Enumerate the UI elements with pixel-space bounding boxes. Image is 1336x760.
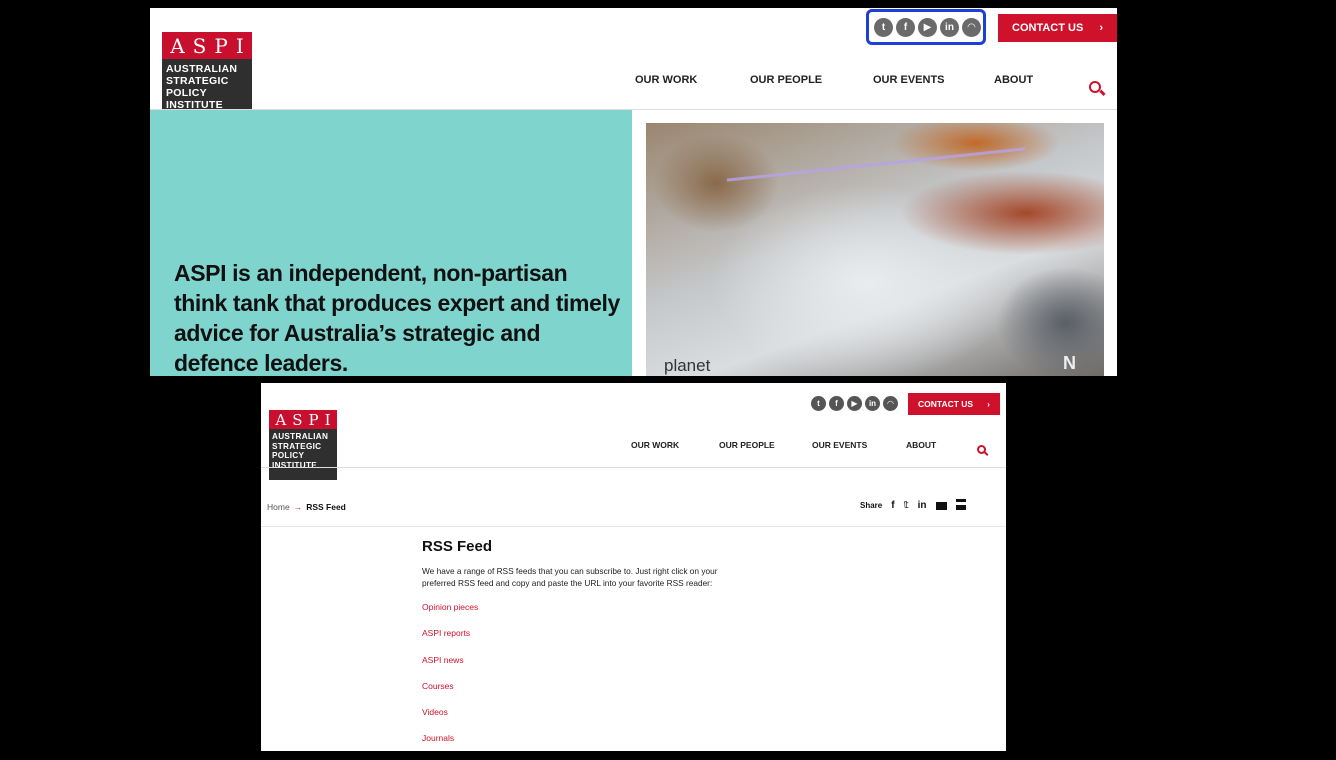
logo-line: AUSTRALIAN	[272, 432, 329, 441]
nav-our-work[interactable]: OUR WORK	[631, 440, 679, 450]
aspi-logo[interactable]: ASPI AUSTRALIAN STRATEGIC POLICY INSTITU…	[267, 408, 339, 482]
hero-satellite-image: planet N	[646, 123, 1104, 376]
nav-our-events[interactable]: OUR EVENTS	[873, 74, 945, 86]
logo-abbrev: ASPI	[162, 32, 252, 59]
page-description: We have a range of RSS feeds that you ca…	[422, 566, 718, 588]
homepage-screenshot: ASPI AUSTRALIAN STRATEGIC POLICY INSTITU…	[150, 8, 1117, 376]
nav-about[interactable]: ABOUT	[906, 440, 936, 450]
facebook-icon[interactable]: f	[896, 17, 915, 37]
youtube-icon[interactable]: ▶	[918, 17, 937, 37]
header-divider	[261, 467, 1006, 468]
breadcrumb: Home → RSS Feed	[267, 502, 346, 512]
social-icons: t f ▶ in ◠	[811, 396, 898, 411]
print-icon[interactable]	[955, 501, 966, 510]
facebook-share-icon[interactable]: f	[891, 500, 894, 511]
rss-icon[interactable]: ◠	[883, 396, 898, 411]
rss-content: RSS Feed We have a range of RSS feeds th…	[422, 538, 822, 589]
linkedin-icon[interactable]: in	[865, 396, 880, 411]
contact-us-label: CONTACT US	[1012, 22, 1084, 34]
nav-our-people[interactable]: OUR PEOPLE	[750, 74, 822, 86]
twitter-share-icon[interactable]: 𝕥	[904, 500, 909, 511]
chevron-right-icon: ›	[1099, 22, 1103, 34]
logo-line: POLICY	[272, 451, 305, 460]
arrow-right-icon: →	[293, 502, 303, 512]
breadcrumb-divider	[261, 526, 1006, 527]
north-arrow-icon: N	[1063, 353, 1076, 373]
logo-abbrev: ASPI	[269, 410, 337, 429]
page-title: RSS Feed	[422, 538, 493, 555]
linkedin-share-icon[interactable]: in	[918, 500, 927, 511]
rss-icon[interactable]: ◠	[962, 17, 981, 37]
hero-panel: ASPI is an independent, non-partisan thi…	[150, 110, 632, 376]
logo-line: INSTITUTE	[272, 460, 318, 470]
feed-link-journals[interactable]: Journals	[422, 733, 454, 743]
planet-watermark: planet	[664, 356, 711, 375]
contact-us-label: CONTACT US	[918, 399, 974, 409]
nav-our-people[interactable]: OUR PEOPLE	[719, 440, 775, 450]
feed-link-aspi-news[interactable]: ASPI news	[422, 655, 464, 665]
twitter-icon[interactable]: t	[874, 17, 893, 37]
search-icon[interactable]	[1089, 81, 1101, 93]
search-icon[interactable]	[977, 445, 986, 454]
hero-text: ASPI is an independent, non-partisan thi…	[174, 260, 620, 376]
feed-link-courses[interactable]: Courses	[422, 681, 454, 691]
feed-link-opinion-pieces[interactable]: Opinion pieces	[422, 602, 478, 612]
linkedin-icon[interactable]: in	[940, 17, 959, 37]
share-label: Share	[860, 501, 883, 510]
feed-link-aspi-reports[interactable]: ASPI reports	[422, 628, 470, 638]
twitter-icon[interactable]: t	[811, 396, 826, 411]
contact-us-button[interactable]: CONTACT US ›	[908, 393, 1000, 415]
logo-line: STRATEGIC	[272, 441, 322, 451]
nav-our-events[interactable]: OUR EVENTS	[812, 440, 867, 450]
logo-line: AUSTRALIAN	[166, 63, 238, 75]
share-bar: Share f 𝕥 in	[860, 500, 966, 511]
facebook-icon[interactable]: f	[829, 396, 844, 411]
logo-line: POLICY	[166, 87, 207, 99]
social-icons-highlighted: t f ▶ in ◠	[866, 9, 986, 45]
feed-link-videos[interactable]: Videos	[422, 707, 448, 717]
nav-about[interactable]: ABOUT	[994, 74, 1033, 86]
nav-our-work[interactable]: OUR WORK	[635, 74, 697, 86]
contact-us-button[interactable]: CONTACT US ›	[998, 14, 1117, 42]
youtube-icon[interactable]: ▶	[847, 396, 862, 411]
rss-feed-page-screenshot: ASPI AUSTRALIAN STRATEGIC POLICY INSTITU…	[261, 383, 1006, 751]
email-share-icon[interactable]	[935, 501, 947, 510]
logo-line: STRATEGIC	[166, 75, 229, 87]
breadcrumb-current: RSS Feed	[306, 502, 346, 512]
map-ridge-line	[726, 147, 1026, 182]
breadcrumb-home[interactable]: Home	[267, 502, 290, 512]
chevron-right-icon: ›	[987, 399, 990, 409]
